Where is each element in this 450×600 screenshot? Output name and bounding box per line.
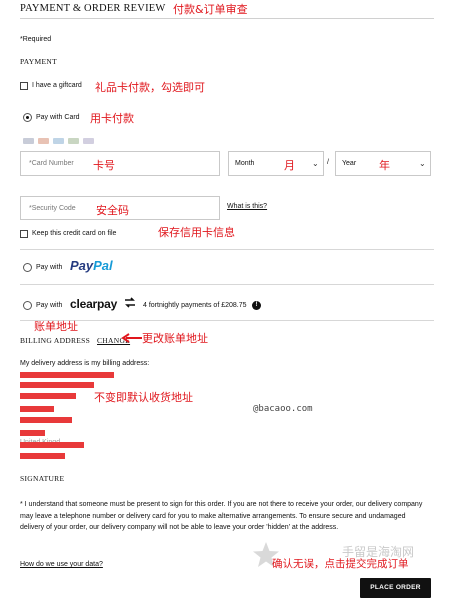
mastercard-logo — [38, 138, 49, 144]
chevron-down-icon: ⌄ — [419, 159, 426, 168]
paypal-logo: PayPal — [70, 258, 113, 273]
chevron-down-icon: ⌄ — [312, 159, 319, 168]
change-annotation: 更改账单地址 — [142, 332, 208, 345]
data-usage-link[interactable]: How do we use your data? — [20, 561, 103, 568]
card-number-field[interactable]: *Card Number 卡号 — [20, 151, 220, 176]
redacted-address-line — [20, 417, 72, 423]
gift-card-checkbox[interactable] — [20, 82, 28, 90]
signature-heading: SIGNATURE — [20, 474, 65, 483]
watermark: @bacaoo.com — [253, 404, 313, 414]
card-logos — [23, 138, 94, 144]
required-note: *Required — [20, 36, 52, 43]
paypal-logo-pal: Pal — [93, 258, 113, 273]
divider — [20, 320, 434, 321]
pay-with-card-radio[interactable] — [23, 113, 32, 122]
clearpay-arrows-icon — [123, 296, 137, 314]
payment-heading: PAYMENT — [20, 57, 57, 66]
clearpay-prefix: Pay with — [36, 302, 63, 309]
redacted-address-line — [20, 393, 76, 399]
page-title: PAYMENT & ORDER REVIEW — [20, 3, 166, 14]
redacted-address-line — [20, 430, 45, 436]
maestro-logo — [68, 138, 79, 144]
month-select[interactable]: Month 月 ⌄ — [228, 151, 324, 176]
billing-annotation: 账单地址 — [34, 320, 78, 333]
site-watermark: 手留是海淘网 — [342, 545, 415, 559]
amex-logo — [53, 138, 64, 144]
security-code-placeholder: *Security Code — [29, 205, 76, 212]
gift-card-label: I have a giftcard — [32, 82, 82, 89]
clearpay-installments: 4 fortnightly payments of £208.75 — [143, 302, 247, 309]
paypal-prefix: Pay with — [36, 264, 63, 271]
redacted-address-line — [20, 382, 94, 388]
what-is-this-link[interactable]: What is this? — [227, 203, 267, 210]
redacted-annotation: 不变即默认收货地址 — [94, 391, 193, 404]
jcb-logo — [83, 138, 94, 144]
paypal-radio[interactable] — [23, 263, 32, 272]
date-separator: / — [327, 159, 329, 166]
year-annotation: 年 — [379, 159, 390, 172]
header-divider — [20, 18, 434, 19]
keep-card-checkbox[interactable] — [20, 230, 28, 238]
year-label: Year — [342, 160, 357, 167]
info-icon[interactable]: ! — [252, 301, 261, 310]
card-number-annotation: 卡号 — [93, 159, 115, 172]
arrow-icon — [121, 330, 143, 348]
delivery-note: My delivery address is my billing addres… — [20, 360, 150, 367]
place-order-button[interactable]: PLACE ORDER — [360, 578, 431, 598]
clearpay-radio[interactable] — [23, 301, 32, 310]
card-number-placeholder: *Card Number — [29, 160, 74, 167]
month-annotation: 月 — [284, 159, 295, 172]
redacted-address-line — [20, 372, 114, 378]
month-label: Month — [235, 160, 255, 167]
pay-with-card-label: Pay with Card — [36, 114, 80, 121]
year-select[interactable]: Year 年 ⌄ — [335, 151, 431, 176]
pay-with-card-annotation: 用卡付款 — [90, 112, 134, 125]
billing-heading: BILLING ADDRESS — [20, 336, 91, 345]
title-annotation: 付款&订单审查 — [173, 3, 248, 16]
redacted-address-line — [20, 442, 84, 448]
keep-card-annotation: 保存信用卡信息 — [158, 226, 235, 239]
redacted-address-line — [20, 406, 54, 412]
divider — [20, 284, 434, 285]
paypal-logo-pay: Pay — [70, 258, 94, 273]
keep-card-label: Keep this credit card on file — [32, 230, 117, 237]
signature-text: * I understand that someone must be pres… — [20, 501, 423, 531]
redacted-address-line — [20, 453, 65, 459]
security-code-annotation: 安全码 — [96, 204, 129, 217]
security-code-field[interactable]: *Security Code 安全码 — [20, 196, 220, 220]
visa-logo — [23, 138, 34, 144]
gift-card-annotation: 礼品卡付款，勾选即可 — [95, 81, 205, 94]
clearpay-logo: clearpay — [70, 297, 118, 311]
divider — [20, 249, 434, 250]
